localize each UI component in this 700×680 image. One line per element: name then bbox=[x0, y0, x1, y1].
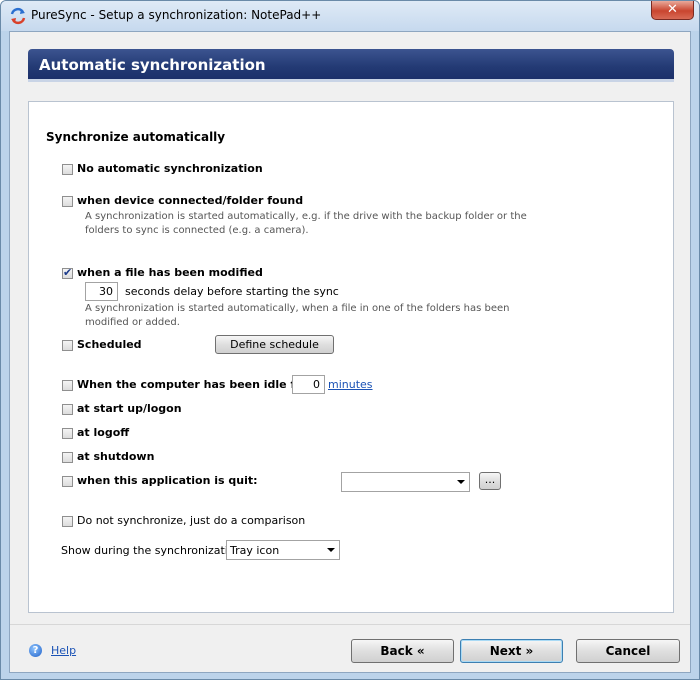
file-modified-checkbox[interactable] bbox=[62, 266, 73, 279]
startup-label[interactable]: at start up/logon bbox=[77, 402, 182, 415]
no-auto-sync-label[interactable]: No automatic synchronization bbox=[77, 162, 263, 175]
scheduled-checkbox[interactable] bbox=[62, 340, 73, 351]
delay-seconds-label: seconds delay before starting the sync bbox=[125, 285, 339, 298]
next-button[interactable]: Next » bbox=[460, 639, 563, 663]
logoff-checkbox[interactable] bbox=[62, 428, 73, 439]
file-modified-description: A synchronization is started automatical… bbox=[85, 303, 510, 314]
show-during-label: Show during the synchronization: bbox=[61, 544, 246, 557]
show-during-selected: Tray icon bbox=[230, 544, 280, 557]
file-modified-description-line2: modified or added. bbox=[85, 317, 180, 328]
options-panel: Synchronize automatically No automatic s… bbox=[28, 101, 674, 613]
delay-seconds-input[interactable]: 30 bbox=[85, 282, 118, 301]
idle-checkbox[interactable] bbox=[62, 380, 73, 391]
device-connected-label[interactable]: when device connected/folder found bbox=[77, 194, 303, 207]
header-divider bbox=[28, 79, 674, 82]
section-title: Synchronize automatically bbox=[46, 130, 226, 144]
shutdown-checkbox[interactable] bbox=[62, 452, 73, 463]
page-header: Automatic synchronization bbox=[28, 49, 674, 79]
scheduled-label[interactable]: Scheduled bbox=[77, 338, 142, 351]
title-bar[interactable]: PureSync - Setup a synchronization: Note… bbox=[1, 1, 699, 31]
logoff-label[interactable]: at logoff bbox=[77, 426, 129, 439]
back-button[interactable]: Back « bbox=[351, 639, 454, 663]
help-link[interactable]: Help bbox=[51, 644, 76, 657]
app-window: PureSync - Setup a synchronization: Note… bbox=[0, 0, 700, 680]
dialog-client-area: Automatic synchronization Synchronize au… bbox=[9, 31, 691, 673]
device-connected-description: A synchronization is started automatical… bbox=[85, 211, 527, 222]
app-quit-select[interactable] bbox=[341, 472, 470, 492]
file-modified-label[interactable]: when a file has been modified bbox=[77, 266, 263, 279]
startup-checkbox[interactable] bbox=[62, 404, 73, 415]
puresync-app-icon bbox=[10, 7, 26, 25]
shutdown-label[interactable]: at shutdown bbox=[77, 450, 154, 463]
chevron-down-icon bbox=[327, 548, 335, 552]
minutes-link[interactable]: minutes bbox=[328, 378, 373, 391]
device-connected-checkbox[interactable] bbox=[62, 196, 73, 207]
help-icon[interactable]: ? bbox=[29, 644, 42, 657]
idle-minutes-input[interactable]: 0 bbox=[292, 375, 325, 394]
compare-only-label[interactable]: Do not synchronize, just do a comparison bbox=[77, 514, 305, 527]
app-quit-checkbox[interactable] bbox=[62, 476, 73, 487]
define-schedule-button[interactable]: Define schedule bbox=[215, 335, 334, 354]
footer-divider bbox=[10, 624, 690, 625]
window-title: PureSync - Setup a synchronization: Note… bbox=[31, 8, 322, 22]
show-during-select[interactable]: Tray icon bbox=[226, 540, 340, 560]
compare-only-checkbox[interactable] bbox=[62, 516, 73, 527]
page-title: Automatic synchronization bbox=[39, 56, 266, 74]
no-auto-sync-checkbox[interactable] bbox=[62, 164, 73, 175]
idle-label[interactable]: When the computer has been idle for bbox=[77, 378, 308, 391]
cancel-button[interactable]: Cancel bbox=[576, 639, 680, 663]
close-button[interactable]: ✕ bbox=[651, 1, 694, 20]
chevron-down-icon bbox=[457, 480, 465, 484]
close-icon: ✕ bbox=[667, 2, 678, 17]
device-connected-description-line2: folders to sync is connected (e.g. a cam… bbox=[85, 225, 309, 236]
app-quit-label[interactable]: when this application is quit: bbox=[77, 474, 258, 487]
browse-application-button[interactable]: ... bbox=[479, 472, 501, 490]
